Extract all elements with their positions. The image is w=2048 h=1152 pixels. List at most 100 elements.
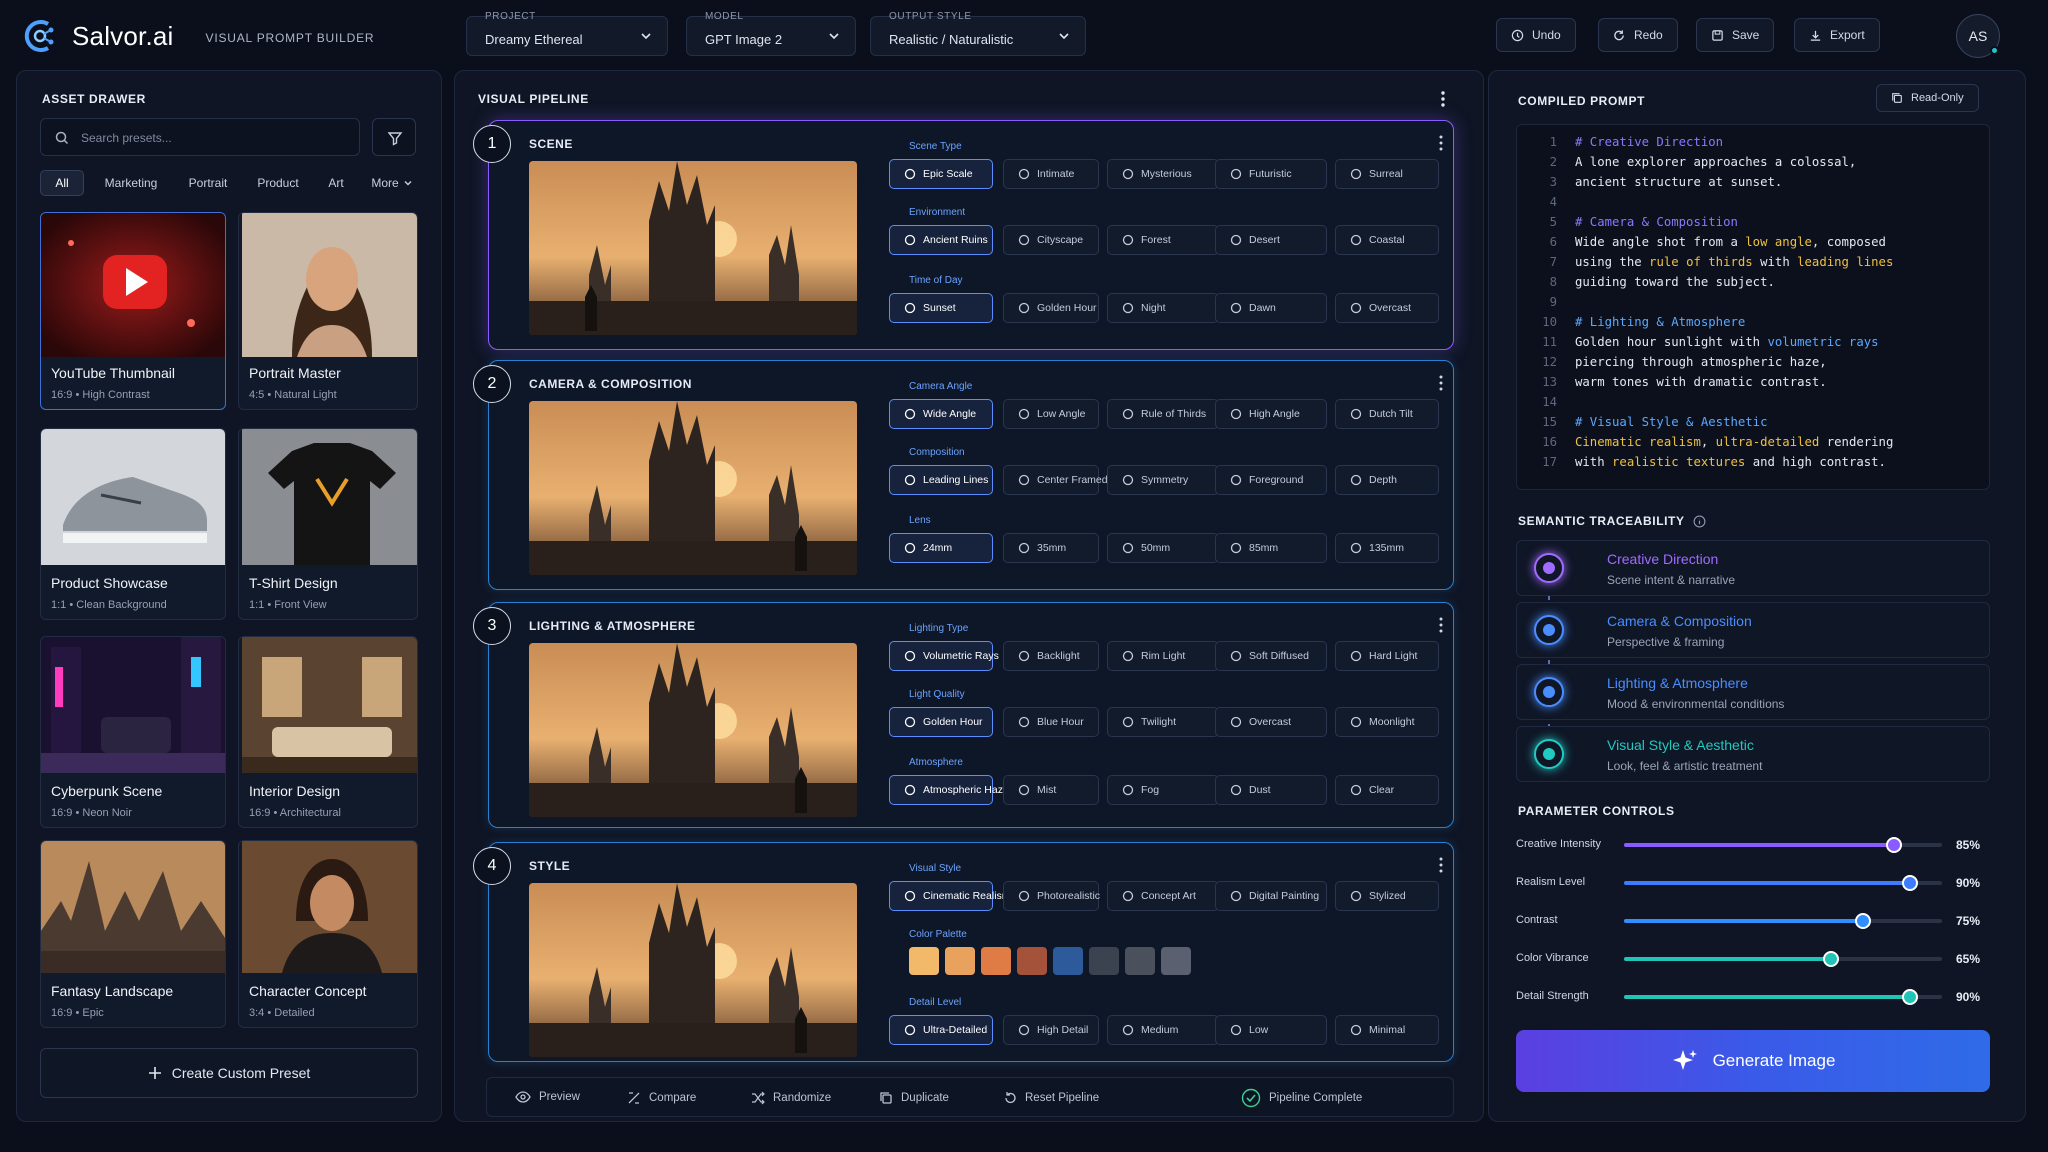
option-chip[interactable]: Stylized	[1335, 881, 1439, 911]
option-chip[interactable]: Fog	[1107, 775, 1219, 805]
option-chip[interactable]: High Detail	[1003, 1015, 1099, 1045]
logo[interactable]: Salvor.ai VISUAL PROMPT BUILDER	[18, 14, 374, 58]
filter-tab-all[interactable]: All	[40, 170, 84, 196]
filter-tab-product[interactable]: Product	[250, 170, 306, 196]
more-vertical-icon[interactable]	[1440, 90, 1446, 108]
search-input[interactable]: Search presets...	[40, 118, 360, 156]
slider-knob[interactable]	[1854, 913, 1871, 929]
option-chip[interactable]: Cinematic Realism	[889, 881, 1011, 911]
option-chip[interactable]: Twilight	[1107, 707, 1219, 737]
traceability-item[interactable]: Lighting & Atmosphere Mood & environmenta…	[1516, 664, 1990, 720]
output-style-select[interactable]: OUTPUT STYLE Realistic / Naturalistic	[870, 11, 1086, 56]
more-vertical-icon[interactable]	[1439, 617, 1443, 633]
filter-button[interactable]	[372, 118, 416, 156]
preset-card-youtube-thumbnail[interactable]: YouTube Thumbnail 16:9 • High Contrast	[40, 212, 226, 410]
option-chip[interactable]: Sunset	[889, 293, 993, 323]
option-chip[interactable]: Overcast	[1215, 707, 1327, 737]
option-chip[interactable]: Dutch Tilt	[1335, 399, 1439, 429]
project-select[interactable]: PROJECT Dreamy Ethereal	[466, 11, 668, 56]
option-chip[interactable]: Concept Art	[1107, 881, 1219, 911]
preview-button[interactable]: Preview	[515, 1091, 580, 1103]
traceability-item[interactable]: Creative Direction Scene intent & narrati…	[1516, 540, 1990, 596]
option-chip[interactable]: Mysterious	[1107, 159, 1219, 189]
more-vertical-icon[interactable]	[1439, 375, 1443, 391]
option-chip[interactable]: Futuristic	[1215, 159, 1327, 189]
color-swatch[interactable]	[909, 947, 939, 975]
option-chip[interactable]: Night	[1107, 293, 1219, 323]
preset-card-interior-design[interactable]: Interior Design 16:9 • Architectural	[238, 636, 418, 828]
slider-knob[interactable]	[1822, 951, 1839, 967]
color-swatch[interactable]	[1017, 947, 1047, 975]
more-vertical-icon[interactable]	[1439, 857, 1443, 873]
save-button[interactable]: Save	[1696, 18, 1775, 52]
model-select[interactable]: MODEL GPT Image 2	[686, 11, 856, 56]
option-chip[interactable]: Coastal	[1335, 225, 1439, 255]
option-chip[interactable]: Clear	[1335, 775, 1439, 805]
option-chip[interactable]: Minimal	[1335, 1015, 1439, 1045]
traceability-item[interactable]: Visual Style & Aesthetic Look, feel & art…	[1516, 726, 1990, 782]
duplicate-button[interactable]: Duplicate	[879, 1091, 949, 1105]
option-chip[interactable]: Overcast	[1335, 293, 1439, 323]
generate-image-button[interactable]: Generate Image	[1516, 1030, 1990, 1092]
option-chip[interactable]: Dawn	[1215, 293, 1327, 323]
traceability-item[interactable]: Camera & Composition Perspective & framin…	[1516, 602, 1990, 658]
parameter-slider[interactable]	[1624, 837, 1942, 853]
option-chip[interactable]: Dust	[1215, 775, 1327, 805]
option-chip[interactable]: 50mm	[1107, 533, 1219, 563]
export-button[interactable]: Export	[1794, 18, 1880, 52]
option-chip[interactable]: Desert	[1215, 225, 1327, 255]
option-chip[interactable]: 35mm	[1003, 533, 1099, 563]
color-swatch[interactable]	[1161, 947, 1191, 975]
parameter-slider[interactable]	[1624, 875, 1942, 891]
option-chip[interactable]: Rim Light	[1107, 641, 1219, 671]
option-chip[interactable]: Soft Diffused	[1215, 641, 1327, 671]
parameter-slider[interactable]	[1624, 951, 1942, 967]
parameter-slider[interactable]	[1624, 989, 1942, 1005]
option-chip[interactable]: Epic Scale	[889, 159, 993, 189]
randomize-button[interactable]: Randomize	[751, 1091, 831, 1105]
option-chip[interactable]: Hard Light	[1335, 641, 1439, 671]
create-custom-preset-button[interactable]: Create Custom Preset	[40, 1048, 418, 1098]
option-chip[interactable]: Golden Hour	[1003, 293, 1099, 323]
option-chip[interactable]: Volumetric Rays	[889, 641, 999, 671]
option-chip[interactable]: 85mm	[1215, 533, 1327, 563]
preset-card-portrait-master[interactable]: Portrait Master 4:5 • Natural Light	[238, 212, 418, 410]
user-avatar[interactable]: AS	[1956, 14, 2000, 58]
option-chip[interactable]: Wide Angle	[889, 399, 993, 429]
option-chip[interactable]: Depth	[1335, 465, 1439, 495]
option-chip[interactable]: 135mm	[1335, 533, 1439, 563]
preset-card-fantasy-landscape[interactable]: Fantasy Landscape 16:9 • Epic	[40, 840, 226, 1028]
option-chip[interactable]: Medium	[1107, 1015, 1219, 1045]
redo-button[interactable]: Redo	[1598, 18, 1678, 52]
option-chip[interactable]: Atmospheric Haze	[889, 775, 1009, 805]
option-chip[interactable]: Intimate	[1003, 159, 1099, 189]
option-chip[interactable]: Cityscape	[1003, 225, 1099, 255]
option-chip[interactable]: Blue Hour	[1003, 707, 1099, 737]
color-swatch[interactable]	[1089, 947, 1119, 975]
parameter-slider[interactable]	[1624, 913, 1942, 929]
filter-tab-art[interactable]: Art	[318, 170, 354, 196]
more-vertical-icon[interactable]	[1439, 135, 1443, 151]
option-chip[interactable]: Forest	[1107, 225, 1219, 255]
option-chip[interactable]: Foreground	[1215, 465, 1327, 495]
preset-card-product-showcase[interactable]: Product Showcase 1:1 • Clean Background	[40, 428, 226, 620]
option-chip[interactable]: Ancient Ruins	[889, 225, 993, 255]
color-swatch[interactable]	[945, 947, 975, 975]
color-swatch[interactable]	[981, 947, 1011, 975]
option-chip[interactable]: Low	[1215, 1015, 1327, 1045]
option-chip[interactable]: Surreal	[1335, 159, 1439, 189]
undo-button[interactable]: Undo	[1496, 18, 1576, 52]
filter-tab-portrait[interactable]: Portrait	[180, 170, 236, 196]
option-chip[interactable]: 24mm	[889, 533, 993, 563]
option-chip[interactable]: Leading Lines	[889, 465, 993, 495]
preset-card-character-concept[interactable]: Character Concept 3:4 • Detailed	[238, 840, 418, 1028]
color-swatch[interactable]	[1125, 947, 1155, 975]
filter-tab-marketing[interactable]: Marketing	[96, 170, 166, 196]
option-chip[interactable]: Symmetry	[1107, 465, 1219, 495]
color-swatch[interactable]	[1053, 947, 1083, 975]
option-chip[interactable]: Mist	[1003, 775, 1099, 805]
option-chip[interactable]: Low Angle	[1003, 399, 1099, 429]
compare-button[interactable]: Compare	[627, 1091, 696, 1105]
filter-tab-more[interactable]: More	[366, 170, 418, 196]
preset-card-cyberpunk-scene[interactable]: Cyberpunk Scene 16:9 • Neon Noir	[40, 636, 226, 828]
